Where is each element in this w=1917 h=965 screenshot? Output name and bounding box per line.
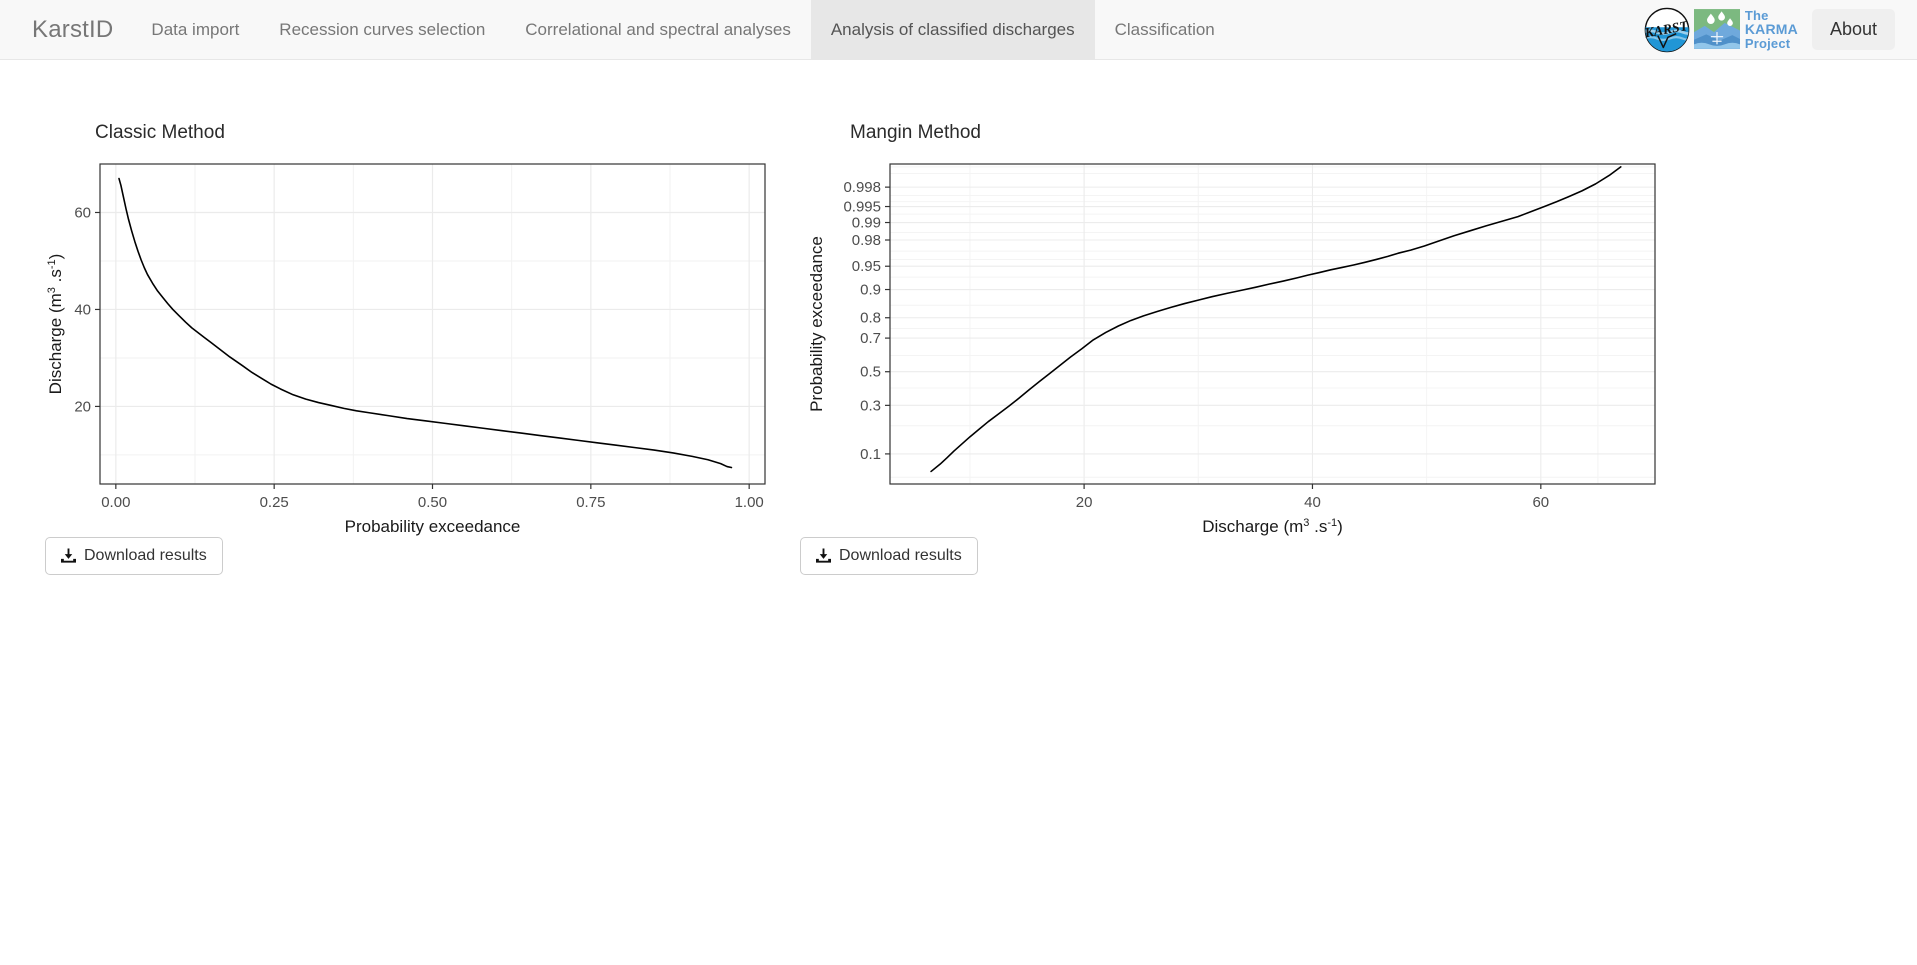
mangin-xtick-label: 40 (1304, 494, 1321, 511)
mangin-ytick-label: 0.8 (860, 310, 881, 327)
classic-xtick-label: 0.25 (260, 494, 289, 511)
mangin-ytick-label: 0.98 (852, 232, 881, 249)
mangin-ytick-label: 0.99 (852, 215, 881, 232)
panel-classic-method: Classic Method 0.00 0.25 0.50 0.75 1.00 20 40 6… (45, 122, 785, 554)
download-results-label-mangin: Download results (839, 547, 962, 564)
classic-ytick-label: 40 (74, 301, 91, 318)
main-content: Classic Method 0.00 0.25 0.50 0.75 1.00 20 40 6… (0, 60, 1917, 965)
classic-xtick-label: 1.00 (735, 494, 764, 511)
download-results-label-classic: Download results (84, 547, 207, 564)
mangin-ytick-label: 0.9 (860, 282, 881, 299)
mangin-xtick-label: 20 (1076, 494, 1093, 511)
mangin-ytick-label: 0.998 (843, 179, 881, 196)
tab-classification[interactable]: Classification (1095, 0, 1235, 59)
mangin-method-title: Mangin Method (850, 122, 981, 143)
tab-analysis-of-classified-discharges[interactable]: Analysis of classified discharges (810, 0, 1095, 59)
mangin-ytick-label: 0.1 (860, 446, 881, 463)
mangin-ytick-label: 0.995 (843, 199, 881, 216)
mangin-xaxis-label: Discharge (m3 .s-1) (1202, 517, 1343, 536)
classic-ytick-label: 60 (74, 204, 91, 221)
karma-mark-icon (1693, 9, 1740, 50)
karma-text-line3: Project (1744, 35, 1791, 51)
about-button[interactable]: About (1811, 9, 1895, 50)
svg-text:Discharge (m3 .s-1): Discharge (m3 .s-1) (46, 254, 65, 395)
classic-method-chart: 0.00 0.25 0.50 0.75 1.00 20 40 60 Probability ex… (46, 163, 766, 536)
brand-logo[interactable]: KarstID (0, 0, 131, 59)
navbar: KarstID Data import Recession curves sel… (0, 0, 1917, 60)
mangin-xtick-label: 60 (1532, 494, 1549, 511)
karma-logo-text: The KARMA Project (1745, 9, 1798, 50)
download-icon (816, 548, 831, 563)
download-results-button-mangin[interactable]: Download results (800, 537, 978, 575)
classic-xtick-label: 0.50 (418, 494, 447, 511)
download-results-button-classic[interactable]: Download results (45, 537, 223, 575)
karma-project-logo: The KARMA Project (1693, 9, 1798, 50)
karma-text-line2: KARMA (1744, 21, 1798, 38)
classic-yaxis-label: Discharge (m3 .s-1) (46, 254, 65, 395)
karma-text-line1: The (1744, 8, 1769, 24)
tab-correlational-and-spectral-analyses[interactable]: Correlational and spectral analyses (505, 0, 811, 59)
nav-tabs: Data import Recession curves selection C… (131, 0, 1234, 59)
tab-data-import[interactable]: Data import (131, 0, 259, 59)
mangin-yaxis-label: Probability exceedance (807, 236, 826, 412)
navbar-right: KARST The KARMA Project About (1644, 0, 1917, 59)
classic-xaxis-label: Probability exceedance (345, 517, 521, 536)
mangin-method-chart: 20 40 600.10.30.50.70.80.90.950.980.990.99… (807, 163, 1656, 536)
mangin-ytick-label: 0.3 (860, 397, 881, 414)
panel-mangin-method: Mangin Method 20 40 60 0.1 0.3 0.5 0.7 0.8 0.9 0.… (800, 122, 1700, 554)
classic-ytick-label: 20 (74, 398, 91, 415)
mangin-ytick-label: 0.95 (852, 258, 881, 275)
karst-logo-icon: KARST (1644, 7, 1689, 52)
mangin-ytick-label: 0.7 (860, 330, 881, 347)
classic-xtick-label: 0.00 (101, 494, 130, 511)
download-icon (61, 548, 76, 563)
mangin-ytick-label: 0.5 (860, 364, 881, 381)
svg-text:Discharge (m3 .s-1): Discharge (m3 .s-1) (1202, 517, 1343, 536)
svg-text:Probability exceedance: Probability exceedance (807, 236, 826, 412)
classic-method-title: Classic Method (95, 122, 225, 143)
tab-recession-curves-selection[interactable]: Recession curves selection (259, 0, 505, 59)
classic-xtick-label: 0.75 (576, 494, 605, 511)
